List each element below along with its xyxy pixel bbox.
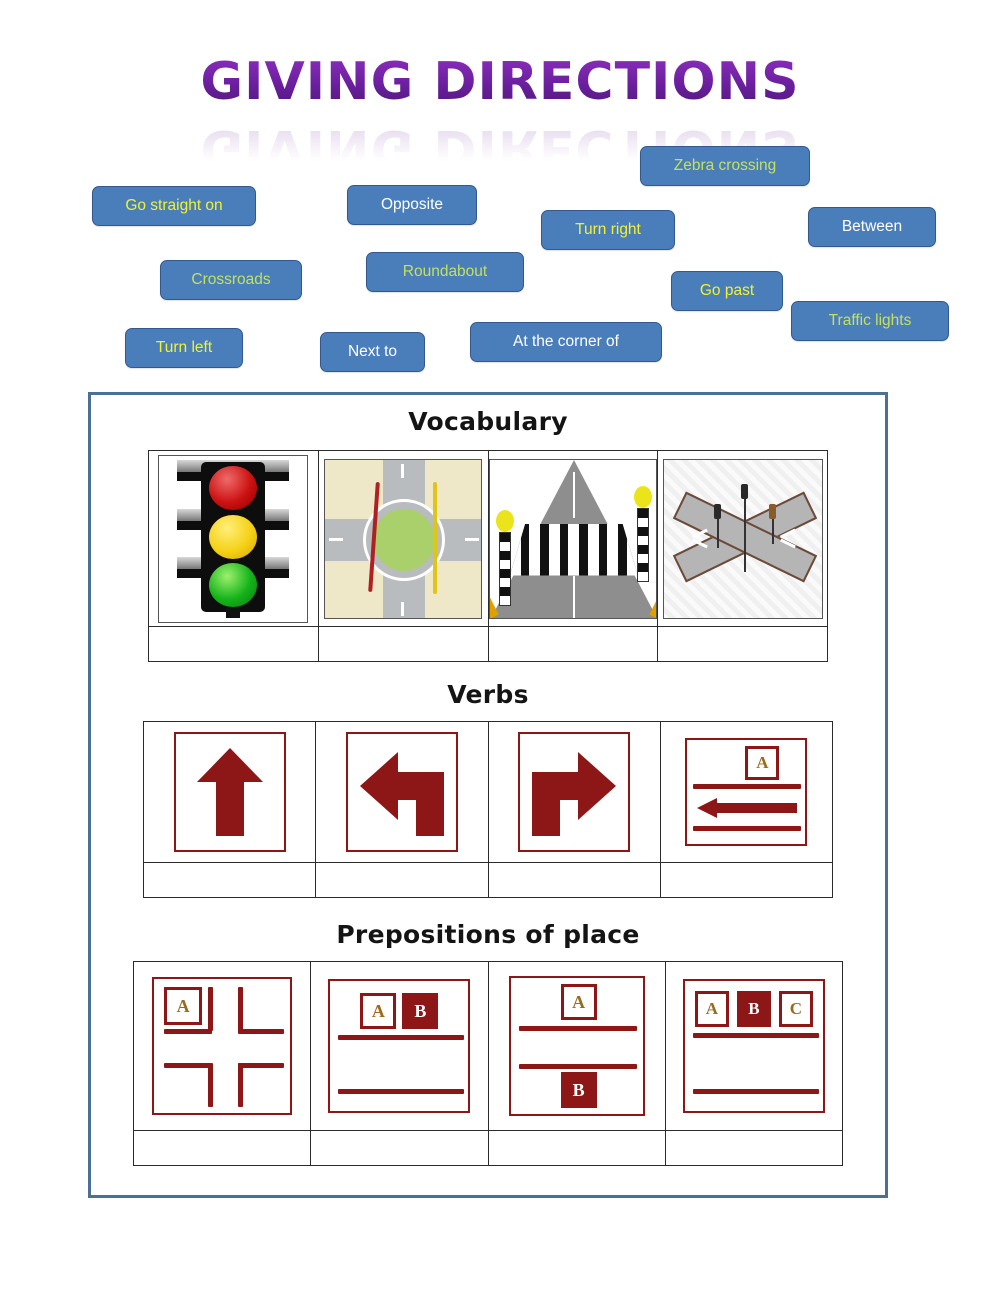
road-line (692, 1033, 819, 1038)
section-heading-prepositions: Prepositions of place (336, 920, 640, 949)
table-row-answers (148, 626, 828, 662)
road-line (238, 1029, 285, 1034)
answer-cell-at-the-corner-of[interactable] (132, 1130, 312, 1166)
arrow-left-icon (697, 798, 798, 818)
building-label-b: B (736, 991, 771, 1027)
word-chip-roundabout[interactable]: Roundabout (366, 252, 524, 292)
cell-next-to: A B (310, 961, 489, 1131)
table-row-answers (132, 1130, 844, 1166)
table-row (148, 450, 828, 627)
answer-cell-opposite[interactable] (487, 1130, 666, 1166)
section-heading-verbs: Verbs (447, 680, 529, 709)
section-prepositions: Prepositions of place A A B A B A B C (91, 920, 885, 1166)
page-title: GIVING DIRECTIONS (0, 52, 1000, 112)
opposite-diagram: A B (508, 976, 645, 1116)
at-the-corner-of-diagram: A (152, 977, 293, 1115)
word-chip-go-past[interactable]: Go past (671, 271, 783, 311)
road-line (238, 1063, 244, 1107)
cell-go-past: A (659, 721, 834, 863)
word-chip-zebra-crossing[interactable]: Zebra crossing (640, 146, 810, 186)
zebra-crossing-image (488, 458, 657, 619)
cell-crossroads (657, 450, 828, 627)
cell-opposite: A B (487, 961, 666, 1131)
answer-cell-zebra-crossing[interactable] (487, 626, 659, 662)
answer-cell-roundabout[interactable] (317, 626, 489, 662)
road-line (518, 1026, 637, 1031)
road-line (208, 1063, 214, 1107)
word-chip-next-to[interactable]: Next to (320, 332, 425, 372)
building-label-b: B (402, 993, 439, 1029)
road-line (238, 987, 244, 1031)
word-chip-between[interactable]: Between (808, 207, 936, 247)
between-diagram: A B C (682, 979, 825, 1113)
road-line (164, 1029, 213, 1034)
word-chip-turn-left[interactable]: Turn left (125, 328, 243, 368)
road-line (338, 1035, 465, 1040)
next-to-diagram: A B (328, 979, 471, 1113)
word-chip-crossroads[interactable]: Crossroads (160, 260, 302, 300)
arrow-straight-up-icon (173, 732, 286, 852)
cell-zebra-crossing (487, 450, 659, 627)
verbs-table: A (142, 721, 834, 898)
page-title-area: GIVING DIRECTIONS GIVING DIRECTIONS (0, 52, 1000, 178)
word-chip-go-straight-on[interactable]: Go straight on (92, 186, 256, 226)
word-chip-traffic-lights[interactable]: Traffic lights (791, 301, 949, 341)
building-label-b: B (560, 1072, 597, 1108)
table-row: A (132, 961, 844, 1131)
road-line (518, 1064, 637, 1069)
traffic-light-image (158, 454, 309, 623)
crossroads-image (662, 458, 823, 619)
cell-roundabout (317, 450, 489, 627)
worksheet-frame: Vocabulary Verbs A Prepositions of place… (88, 392, 888, 1198)
answer-cell-turn-left[interactable] (315, 862, 489, 898)
cell-turn-left (315, 721, 489, 863)
road-line (238, 1063, 285, 1068)
building-label-a: A (560, 984, 597, 1020)
cell-go-straight-on (142, 721, 317, 863)
road-line (693, 784, 802, 789)
building-label-a: A (360, 993, 397, 1029)
cell-at-the-corner-of: A (132, 961, 312, 1131)
belisha-beacon-icon (633, 485, 652, 582)
answer-cell-crossroads[interactable] (657, 626, 828, 662)
arrow-turn-left-icon (345, 732, 458, 852)
section-heading-vocabulary: Vocabulary (408, 407, 568, 436)
building-label-a: A (694, 991, 729, 1027)
answer-cell-between[interactable] (664, 1130, 844, 1166)
word-chip-at-the-corner-of[interactable]: At the corner of (470, 322, 662, 362)
word-chip-turn-right[interactable]: Turn right (541, 210, 675, 250)
answer-cell-turn-right[interactable] (487, 862, 661, 898)
road-line (164, 1063, 213, 1068)
section-verbs: Verbs A (91, 680, 885, 898)
belisha-beacon-icon (495, 509, 514, 606)
road-line (338, 1089, 465, 1094)
building-label-c: C (778, 991, 813, 1027)
answer-cell-next-to[interactable] (310, 1130, 489, 1166)
word-chip-opposite[interactable]: Opposite (347, 185, 477, 225)
vocabulary-table (148, 450, 828, 662)
cell-traffic-light (148, 450, 319, 627)
building-label-a: A (164, 987, 203, 1025)
answer-cell-traffic-light[interactable] (148, 626, 319, 662)
table-row: A (142, 721, 834, 863)
road-line (208, 987, 214, 1031)
cell-turn-right (487, 721, 661, 863)
roundabout-image (324, 458, 483, 619)
table-row-answers (142, 862, 834, 898)
answer-cell-go-past[interactable] (659, 862, 834, 898)
cell-between: A B C (664, 961, 844, 1131)
section-vocabulary: Vocabulary (91, 407, 885, 662)
arrow-turn-right-icon (518, 732, 631, 852)
go-past-diagram: A (685, 738, 808, 846)
road-line (693, 826, 802, 831)
answer-cell-go-straight-on[interactable] (142, 862, 317, 898)
building-label-a: A (745, 746, 780, 780)
word-bank: Go straight on Zebra crossing Opposite Turn… (0, 142, 1000, 382)
prepositions-table: A A B A B A B C (132, 961, 844, 1166)
road-line (692, 1089, 819, 1094)
